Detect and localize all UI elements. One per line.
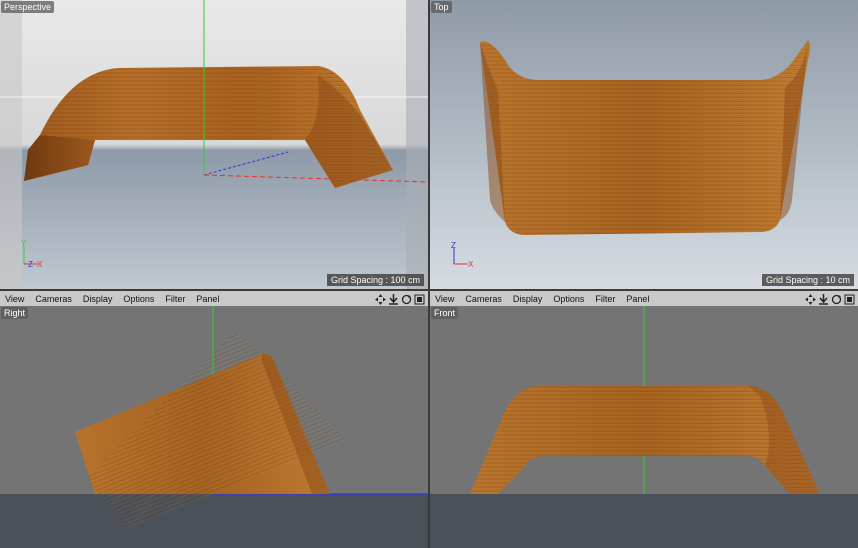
right-viewport[interactable]: Right [0,306,428,548]
menu-cameras[interactable]: Cameras [30,294,78,304]
top-scene [430,0,858,289]
perspective-scene [0,0,428,289]
menu-filter[interactable]: Filter [590,294,621,304]
menu-view[interactable]: View [430,294,460,304]
viewport-divider-horizontal[interactable] [0,289,858,291]
top-viewport[interactable]: Z X Top Grid Spacing : 10 cm [430,0,858,289]
axis-label-y: Y [21,240,27,248]
axis-gizmo: Z X [446,240,476,275]
move-icon[interactable] [375,292,386,305]
axis-gizmo-icon: Z X [451,241,474,269]
grid-spacing-label: Grid Spacing : 100 cm [326,274,424,286]
menu-options[interactable]: Options [548,294,590,304]
menu-filter[interactable]: Filter [160,294,191,304]
rotate-icon[interactable] [401,292,412,305]
viewport-title: Top [431,1,452,13]
axis-gizmo-icon: Y Z X [21,239,43,269]
axis-label-z: Z [28,260,33,269]
front-viewport-menubar: View Cameras Display Options Filter Pane… [430,290,858,307]
viewport-title: Perspective [1,1,55,13]
grid-spacing-label: Grid Spacing : 10 cm [761,274,854,286]
viewport-divider-vertical[interactable] [428,0,430,548]
front-viewport[interactable]: Front [430,306,858,548]
right-viewport-menubar: View Cameras Display Options Filter Pane… [0,290,428,307]
maximize-icon[interactable] [414,292,425,305]
menu-panel[interactable]: Panel [621,294,655,304]
menu-view[interactable]: View [0,294,30,304]
axis-label-x: X [37,260,43,269]
menu-options[interactable]: Options [118,294,160,304]
menu-cameras[interactable]: Cameras [460,294,508,304]
axis-label-z: Z [451,241,456,250]
perspective-viewport[interactable]: Y Z X Perspective Grid Spacing : 100 cm [0,0,428,289]
viewport-title: Front [431,307,459,319]
menu-display[interactable]: Display [508,294,549,304]
right-scene [0,306,428,548]
axis-label-x: X [468,260,474,269]
menu-panel[interactable]: Panel [191,294,225,304]
axis-gizmo: Y Z X [18,239,48,275]
zoom-icon[interactable] [818,292,829,305]
viewport-title: Right [1,307,29,319]
rotate-icon[interactable] [831,292,842,305]
front-scene [430,306,858,548]
maximize-icon[interactable] [844,292,855,305]
move-icon[interactable] [805,292,816,305]
menu-display[interactable]: Display [78,294,119,304]
zoom-icon[interactable] [388,292,399,305]
